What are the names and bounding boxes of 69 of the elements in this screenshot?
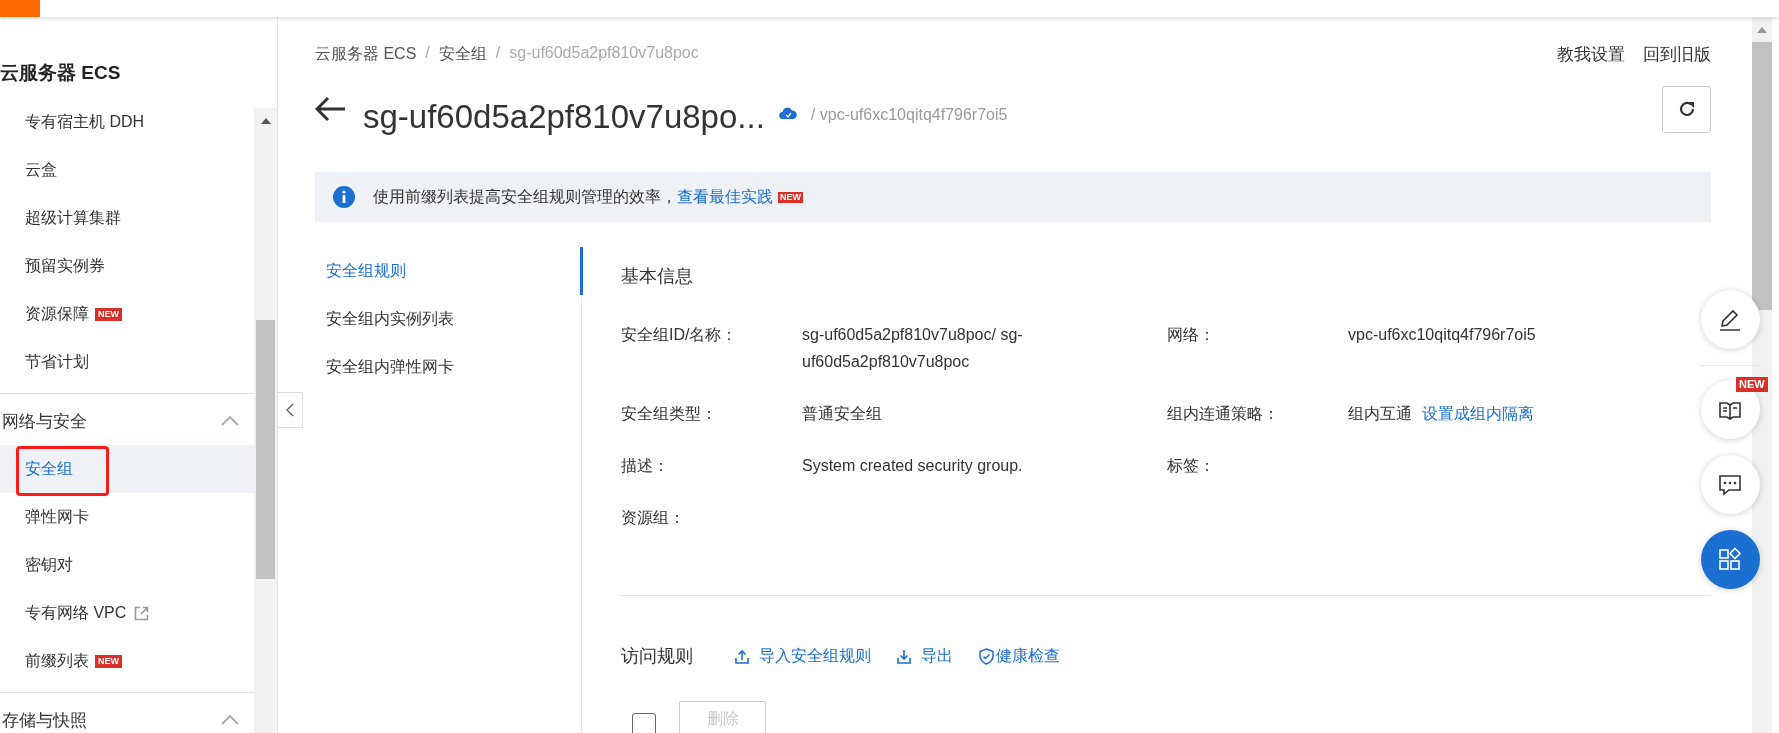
field-value: 组内互通 xyxy=(1348,404,1412,424)
section-title: 访问规则 xyxy=(621,645,693,668)
external-link-icon xyxy=(134,605,150,621)
field-label: 描述： xyxy=(621,456,670,476)
chevron-left-icon xyxy=(286,403,294,417)
sidebar-item[interactable]: 专有宿主机 DDH xyxy=(0,98,254,146)
sidebar-item[interactable]: 专有网络 VPC xyxy=(0,589,254,637)
field-label: 安全组类型： xyxy=(621,404,718,424)
page-title: sg-uf60d5a2pf810v7u8po... xyxy=(363,98,765,136)
edit-button[interactable] xyxy=(1700,290,1760,349)
side-tab[interactable]: 安全组内实例列表 xyxy=(315,295,583,343)
sidebar-item[interactable]: 密钥对 xyxy=(0,541,254,589)
field-label: 标签： xyxy=(1167,456,1216,476)
action-link[interactable]: 健康检查 xyxy=(979,645,1060,667)
action-link[interactable]: 导入安全组规则 xyxy=(735,645,871,667)
field-value: vpc-uf6xc10qitq4f796r7oi5 xyxy=(1348,325,1536,345)
field-label: 组内连通策略： xyxy=(1167,404,1280,424)
scroll-up-icon xyxy=(1756,26,1768,34)
breadcrumb-link[interactable]: 云服务器 ECS xyxy=(315,43,417,65)
new-badge: NEW xyxy=(95,307,122,321)
side-tab[interactable]: 安全组规则 xyxy=(315,247,583,295)
sidebar-item[interactable]: 预留实例券 xyxy=(0,242,254,290)
field-label: 资源组： xyxy=(621,508,686,528)
breadcrumb-current: sg-uf60d5a2pf810v7u8poc xyxy=(509,43,699,63)
breadcrumb-separator: / xyxy=(425,43,430,63)
upload-icon xyxy=(735,648,749,664)
sidebar-title: 云服务器 ECS xyxy=(0,61,122,85)
field-label: 安全组ID/名称： xyxy=(621,325,739,345)
sidebar-group[interactable]: 网络与安全 xyxy=(0,397,254,445)
apps-button[interactable] xyxy=(1700,530,1760,589)
select-all-checkbox[interactable] xyxy=(632,713,656,733)
cloud-icon xyxy=(778,106,797,120)
breadcrumb-separator: / xyxy=(495,43,501,63)
shield-check-icon xyxy=(979,647,994,665)
refresh-button[interactable] xyxy=(1662,85,1711,133)
info-icon xyxy=(333,186,355,208)
sidebar-item[interactable]: 前缀列表 NEW xyxy=(0,637,254,685)
breadcrumb-link[interactable]: 安全组 xyxy=(438,43,487,65)
sidebar-scrollbar[interactable] xyxy=(254,108,277,733)
sidebar-item[interactable]: 节省计划 xyxy=(0,338,254,386)
field-value: sg-uf60d5a2pf810v7u8poc/ sg-uf60d5a2pf810v7u8poc xyxy=(802,325,1024,372)
field-label: 网络： xyxy=(1167,325,1216,345)
apps-icon xyxy=(1717,546,1743,573)
sidebar-item[interactable]: 弹性网卡 xyxy=(0,493,254,541)
new-badge: NEW xyxy=(778,191,803,203)
sidebar-item[interactable]: 安全组 xyxy=(0,445,254,493)
action-link[interactable]: 导出 xyxy=(897,645,953,667)
chevron-up-icon xyxy=(220,714,240,726)
field-value: 普通安全组 xyxy=(802,404,882,424)
scroll-up-icon xyxy=(259,117,272,125)
sidebar-group[interactable]: 存储与快照 xyxy=(0,696,254,733)
side-tab[interactable]: 安全组内弹性网卡 xyxy=(315,343,583,391)
header-link[interactable]: 教我设置 xyxy=(1557,42,1625,66)
chat-button[interactable] xyxy=(1700,455,1760,514)
notice-text: 使用前缀列表提高安全组规则管理的效率， xyxy=(373,186,677,207)
new-badge: NEW xyxy=(1736,377,1768,392)
section-title: 基本信息 xyxy=(621,265,694,288)
field-link[interactable]: 设置成组内隔离 xyxy=(1422,400,1534,427)
sidebar-item[interactable]: 云盒 xyxy=(0,146,254,194)
new-badge: NEW xyxy=(95,654,122,668)
header-link[interactable]: 回到旧版 xyxy=(1643,42,1711,66)
field-value: System created security group. xyxy=(802,456,1023,476)
sidebar-item[interactable]: 资源保障 NEW xyxy=(0,290,254,338)
best-practice-link[interactable]: 查看最佳实践 xyxy=(677,186,773,208)
sidebar-item[interactable]: 超级计算集群 xyxy=(0,194,254,242)
download-icon xyxy=(897,648,911,664)
vpc-subtitle: / vpc-uf6xc10qitq4f796r7oi5 xyxy=(810,106,1008,124)
chevron-up-icon xyxy=(220,415,240,427)
back-arrow-icon[interactable] xyxy=(315,96,347,122)
